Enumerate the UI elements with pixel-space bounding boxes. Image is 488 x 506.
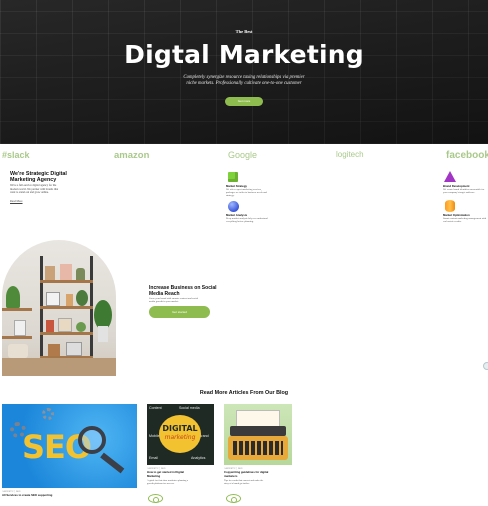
dm-tag: Analytics <box>191 456 206 460</box>
increase-cta-button[interactable]: Get started <box>149 306 210 318</box>
logo-logitech: logitech <box>336 150 364 159</box>
magnifier-icon <box>78 426 106 454</box>
increase-title: Increase Business on Social Media Reach <box>149 285 217 297</box>
agency-text: We're a full-service digital agency for … <box>10 184 59 195</box>
scroll-to-top-button[interactable] <box>483 362 488 370</box>
view-post-eye-icon[interactable] <box>226 494 241 503</box>
agency-title: We're Strategic Digital Marketing Agency <box>10 171 67 183</box>
blog-title[interactable]: All Services to create SEO supporting <box>2 493 72 498</box>
feature-market-strategy: Market Strategy We offer expert marketin… <box>226 183 270 198</box>
dm-tag: Content <box>149 406 162 410</box>
view-post-eye-icon[interactable] <box>148 494 163 503</box>
hero-eyebrow: The Best <box>235 29 253 34</box>
increase-text: Grow your brand with smarter content and… <box>149 297 199 304</box>
blog-image-seo[interactable]: SEO <box>2 404 137 488</box>
blog-title[interactable]: How to get started in Digital Marketing <box>147 470 197 478</box>
feature-brand-development: Brand Development We create brand identi… <box>443 183 487 194</box>
hero-subtitle: Completely synergize resource taxing rel… <box>183 75 305 86</box>
dm-label-2: marketing <box>164 434 196 441</box>
logo-slack: #slack <box>2 150 30 160</box>
logo-facebook: facebook <box>446 150 488 161</box>
cube-icon <box>228 172 238 182</box>
dm-tag: Social media <box>179 406 200 410</box>
blog-title[interactable]: Copywriting guidelines for digital marke… <box>224 470 274 478</box>
feature-market-optimization: Market Optimization Smart content market… <box>443 212 487 223</box>
blog-excerpt: Tips for words that convert and make the… <box>224 479 264 486</box>
feature-text: Smart content marketing management with … <box>443 217 487 224</box>
logo-google: Google <box>228 150 258 160</box>
logo-amazon: amazon <box>114 150 150 161</box>
dm-tag: Mobile <box>149 434 160 438</box>
dm-tag: Email <box>149 456 158 460</box>
cylinder-icon <box>445 200 455 212</box>
blog-heading: Read More Articles From Our Blog <box>199 390 289 396</box>
feature-text: We create brand identities memorable for… <box>443 188 485 195</box>
hero-banner: The Best Digtal Marketing Completely syn… <box>0 0 488 144</box>
sphere-icon <box>228 201 239 212</box>
feature-text: Deep market analysis help we understand … <box>226 217 268 224</box>
feature-text: We offer expert marketing services, pack… <box>226 188 267 198</box>
blog-image-typewriter[interactable] <box>224 404 292 465</box>
blog-excerpt: A guide for first-time marketers plannin… <box>147 479 189 486</box>
hero-title: Digtal Marketing <box>124 40 364 69</box>
dm-label-1: DIGITAL <box>162 424 198 433</box>
blog-image-digital-marketing[interactable]: Content Social media Email Analytics Mob… <box>147 404 214 465</box>
pyramid-icon <box>444 171 456 182</box>
feature-market-analysis: Market Analysis Deep market analysis hel… <box>226 212 270 223</box>
interior-shelf-image <box>2 240 116 376</box>
hero-cta-button[interactable]: Get more <box>225 97 263 106</box>
agency-read-more-link[interactable]: Read More <box>10 200 23 203</box>
